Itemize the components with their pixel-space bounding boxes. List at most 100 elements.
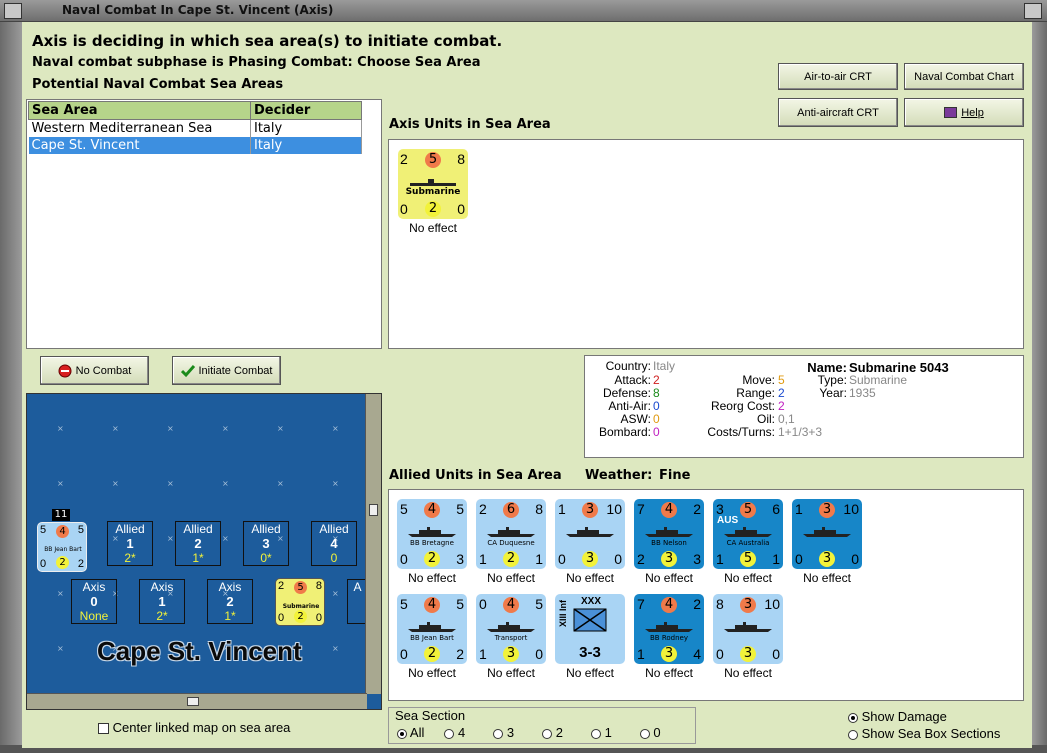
map-unit-counter[interactable]: 5 4 5 BB Jean Bart 0 2 2 [37,522,87,572]
counter-name: Submarine [405,187,461,197]
counter-bottom-center: 3 [661,646,677,662]
counter-top-right: 5 [535,596,543,612]
counter-top-right: 10 [764,596,780,612]
table-row[interactable]: Western Mediterranean Sea Italy [28,119,362,137]
allied-sea-box[interactable]: Allied 3 0* [243,521,289,566]
grid-mark: × [332,424,339,433]
grid-mark: × [57,589,64,598]
title-bar[interactable]: Naval Combat In Cape St. Vincent (Axis) [0,0,1047,22]
no-combat-button[interactable]: No Combat [40,356,149,385]
allied-unit-counter[interactable]: 2 6 8 CA Duquesne 1 2 1 [476,499,546,569]
allied-unit-counter[interactable]: 1 3 10 0 3 0 [555,499,625,569]
initiate-combat-button[interactable]: Initiate Combat [172,356,281,385]
sea-section-option[interactable]: All [397,725,424,740]
sea-section-radio[interactable] [493,728,504,739]
help-button[interactable]: Help [904,98,1024,127]
allied-unit-counter[interactable]: XIII Inf XXX 3-3 [555,594,625,664]
allied-unit-counter[interactable]: 3 5 6 CA Australia 1 5 1 AUS [713,499,783,569]
allied-unit-counter[interactable]: 7 4 2 BB Nelson 2 3 3 [634,499,704,569]
counter-bottom-left: 1 [716,551,724,567]
axis-sea-box[interactable]: Axis 0 None [71,579,117,624]
center-map-option[interactable]: Center linked map on sea area [98,720,290,735]
show-damage-option[interactable]: Show Damage [848,709,947,724]
sea-section-option-label: 1 [604,725,612,740]
close-icon[interactable] [1024,3,1042,19]
allied-unit-counter[interactable]: 0 4 5 Transport 1 3 0 [476,594,546,664]
warship-icon [724,527,772,537]
sea-section-option[interactable]: 0 [639,725,661,740]
show-sea-box-radio[interactable] [848,729,858,740]
reorg-key: Reorg Cost: [710,399,775,413]
allied-unit-effect: No effect [487,666,535,680]
sea-section-option-label: 2 [555,725,563,740]
sea-section-option[interactable]: 3 [493,725,514,740]
allied-unit-counter[interactable]: 7 4 2 BB Rodney 1 3 4 [634,594,704,664]
axis-sea-box[interactable]: Axis 1 2* [139,579,185,624]
naval-combat-chart-button[interactable]: Naval Combat Chart [904,63,1024,90]
system-menu-icon[interactable] [4,3,22,19]
allied-unit-counter[interactable]: 5 4 5 BB Bretagne 0 2 3 [397,499,467,569]
allied-sea-box[interactable]: Allied 4 0 [311,521,357,566]
sea-section-radio[interactable] [397,728,407,739]
column-header-decider[interactable]: Decider [250,101,362,120]
sea-section-option[interactable]: 1 [590,725,612,740]
sea-section-option[interactable]: 4 [444,725,465,740]
allied-unit-effect: No effect [566,571,614,585]
counter-top-right: 10 [843,501,859,517]
center-map-checkbox[interactable] [98,723,109,735]
column-header-sea-area[interactable]: Sea Area [28,101,251,120]
msub-top-center: 5 [294,581,307,594]
antiair-value: 0 [653,399,660,413]
counter-bottom-left: 0 [558,551,566,567]
sea-section-group: Sea Section All 4 3 2 1 0 [388,707,696,744]
allied-sea-box[interactable]: Allied 1 2* [107,521,153,566]
allied-unit-counter[interactable]: 1 3 10 0 3 0 [792,499,862,569]
table-row-selected[interactable]: Cape St. Vincent Italy [28,137,362,154]
country-value: Italy [653,359,676,373]
axis-sea-box[interactable]: Axis 2 1* [207,579,253,624]
counter-bottom-right: 3 [693,551,701,567]
sea-section-radio[interactable] [444,728,455,739]
sea-box-number: 1 [126,536,134,551]
counter-bottom-center: 3 [740,646,756,662]
anti-aircraft-crt-button[interactable]: Anti-aircraft CRT [778,98,898,127]
axis-units-label: Axis Units in Sea Area [389,117,551,132]
land-unit-size: XXX [581,596,602,607]
checkmark-icon [180,364,195,377]
allied-unit-counter[interactable]: 8 3 10 0 3 0 [713,594,783,664]
counter-name: CA Duquesne [487,539,535,547]
sea-section-options: All 4 3 2 1 0 [397,725,689,740]
year-key: Year: [819,386,847,400]
counter-bottom-right: 1 [535,551,543,567]
horizontal-scroll-thumb[interactable] [187,697,199,706]
sea-box-partial[interactable]: A [347,579,367,624]
allied-sea-box[interactable]: Allied 2 1* [175,521,221,566]
show-damage-radio[interactable] [848,712,858,723]
allied-unit-counter[interactable]: 5 4 5 BB Jean Bart 0 2 2 [397,594,467,664]
sea-section-option[interactable]: 2 [542,725,563,740]
stack-count-badge: 11 [52,509,70,521]
counter-bottom-center: 3 [819,551,835,567]
sea-section-radio[interactable] [639,728,650,739]
vertical-scroll-thumb[interactable] [369,504,378,516]
sea-section-radio[interactable] [590,728,601,739]
bombard-value: 0 [653,425,660,439]
map-horizontal-scrollbar[interactable] [27,693,367,709]
sea-area-map[interactable]: ×××××××××××××××××××××××××××××××××××× 11 … [26,393,382,710]
sea-section-radio[interactable] [542,728,553,739]
grid-mark: × [57,479,64,488]
map-submarine-counter[interactable]: 2 5 8 Submarine 0 2 0 [275,578,325,626]
map-vertical-scrollbar[interactable] [365,394,381,694]
counter-name: CA Australia [726,539,770,547]
counter-bottom-left: 0 [716,646,724,662]
type-value: Submarine [849,373,908,387]
axis-unit-counter[interactable]: 2 5 8 Submarine 0 2 0 [398,149,468,219]
warship-icon [724,622,772,632]
counter-top-right: 8 [457,151,465,167]
air-to-air-crt-button[interactable]: Air-to-air CRT [778,63,898,90]
sea-area-table[interactable]: Sea Area Decider Western Mediterranean S… [26,99,382,349]
show-sea-box-option[interactable]: Show Sea Box Sections [848,726,1000,741]
counter-top-left: 1 [558,501,566,517]
year-value: 1935 [849,386,876,400]
counter-top-right: 5 [456,501,464,517]
